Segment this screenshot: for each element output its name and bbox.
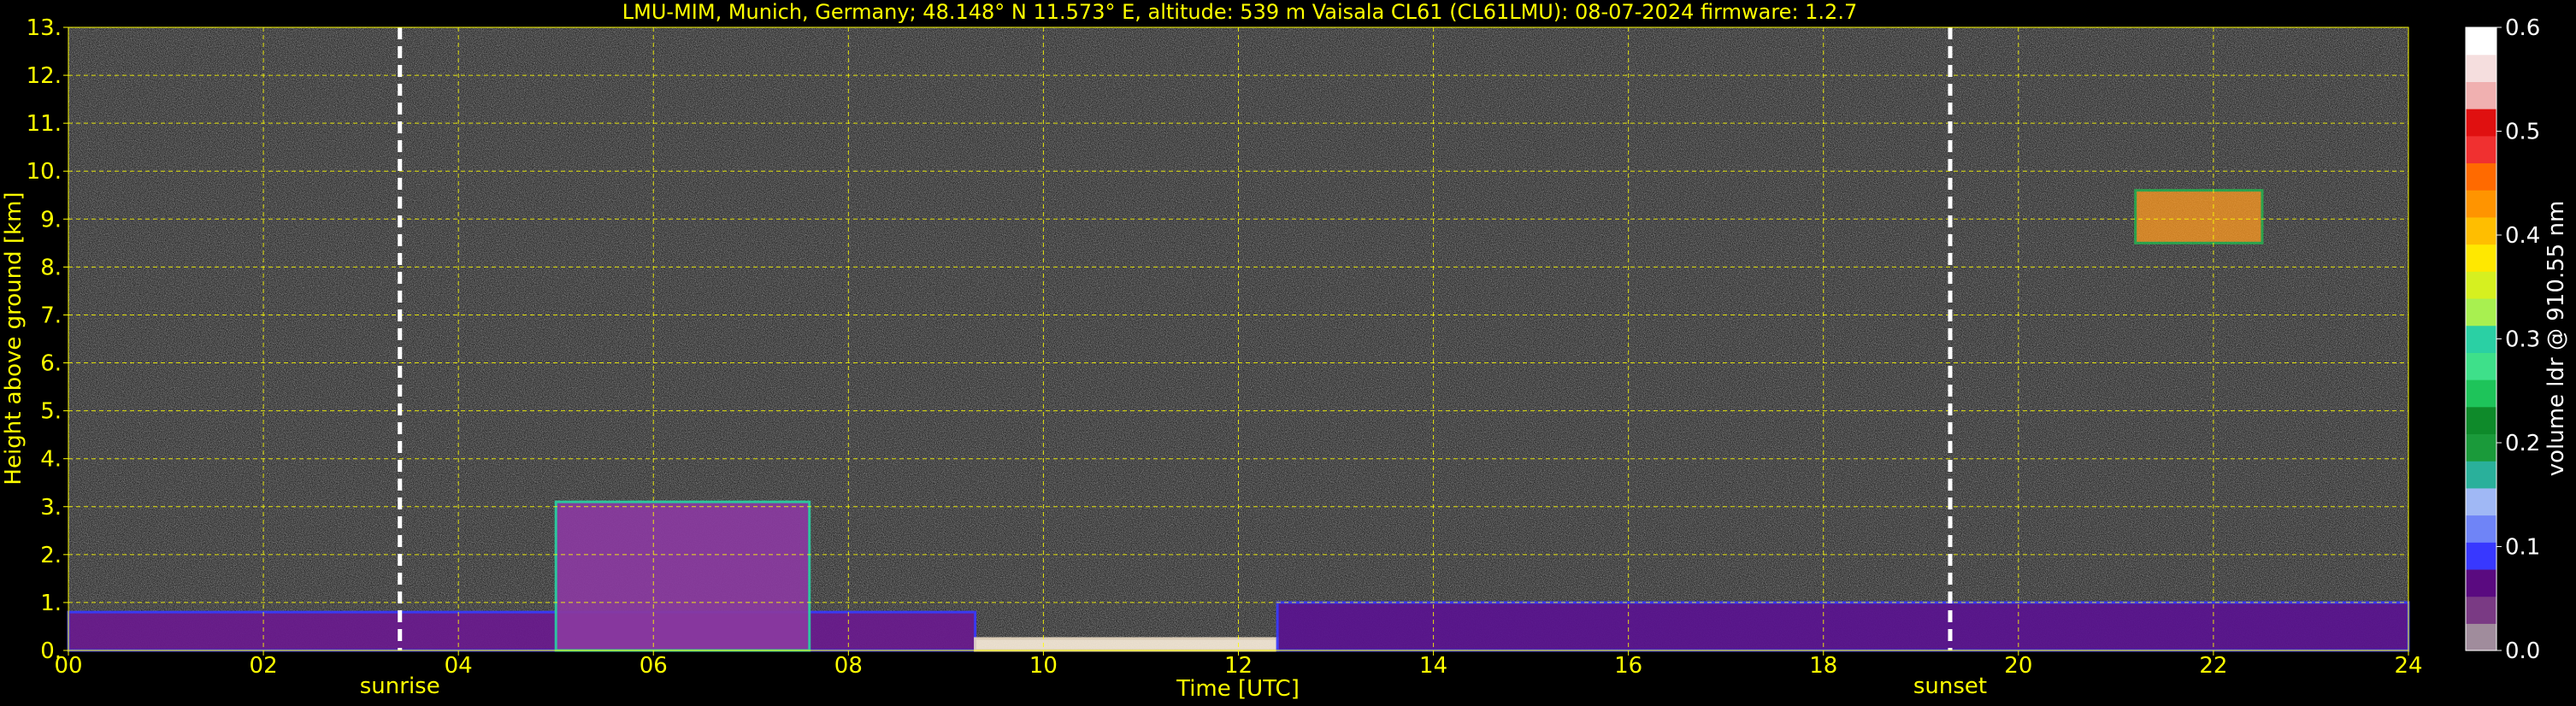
colorbar-swatch — [2466, 271, 2496, 299]
data-feature-1 — [554, 500, 811, 652]
colorbar-swatch — [2466, 461, 2496, 489]
y-tick-label: 7. — [40, 303, 62, 328]
x-tick-label: 16 — [1614, 653, 1642, 679]
colorbar-swatch — [2466, 596, 2496, 624]
y-tick-label: 6. — [40, 351, 62, 377]
x-tick-label: 18 — [1809, 653, 1837, 679]
colorbar-swatch — [2466, 216, 2496, 245]
colorbar-tick-label: 0.5 — [2505, 120, 2540, 145]
colorbar-swatch — [2466, 379, 2496, 408]
colorbar-swatch — [2466, 109, 2496, 137]
colorbar-label: volume ldr @ 910.55 nm — [2544, 201, 2569, 477]
colorbar-swatch — [2466, 162, 2496, 191]
colorbar-swatch — [2466, 190, 2496, 218]
y-axis-label: Height above ground [km] — [1, 191, 27, 485]
y-tick-label: 8. — [40, 255, 62, 280]
ldr-chart: LMU-MIM, Munich, Germany; 48.148° N 11.5… — [0, 0, 2576, 706]
y-tick-label: 1. — [40, 591, 62, 616]
colorbar-tick-label: 0.1 — [2505, 535, 2540, 561]
x-tick-label: 20 — [2004, 653, 2032, 679]
x-tick-label: 02 — [250, 653, 278, 679]
plot-area: sunrise sunset — [67, 26, 2410, 699]
colorbar-tick-label: 0.3 — [2505, 327, 2540, 353]
data-feature-4 — [2134, 189, 2264, 244]
sunrise-label: sunrise — [360, 674, 440, 699]
colorbar-tick-label: 0.4 — [2505, 223, 2540, 249]
colorbar-swatch — [2466, 433, 2496, 462]
x-tick-label: 12 — [1224, 653, 1253, 679]
colorbar-swatch — [2466, 244, 2496, 272]
y-tick-label: 2. — [40, 543, 62, 568]
colorbar-tick-label: 0.2 — [2505, 431, 2540, 456]
chart-title: LMU-MIM, Munich, Germany; 48.148° N 11.5… — [622, 0, 1857, 24]
colorbar-swatch — [2466, 623, 2496, 651]
data-feature-2 — [974, 637, 1279, 652]
colorbar-tick-label: 0.0 — [2505, 638, 2540, 664]
colorbar-tick-label: 0.6 — [2505, 15, 2540, 41]
x-tick-label: 10 — [1029, 653, 1058, 679]
y-tick-label: 9. — [40, 207, 62, 232]
colorbar: 0.0 0.1 0.2 0.3 0.4 0.5 0.6 — [2465, 15, 2540, 664]
chart-svg: LMU-MIM, Munich, Germany; 48.148° N 11.5… — [1, 0, 2569, 702]
x-tick-label: 14 — [1419, 653, 1447, 679]
x-axis-label: Time [UTC] — [1176, 676, 1300, 702]
colorbar-swatch — [2466, 54, 2496, 82]
colorbar-swatch — [2466, 297, 2496, 327]
y-tick-label: 10. — [27, 159, 62, 185]
x-tick-label: 22 — [2199, 653, 2227, 679]
colorbar-swatch — [2466, 515, 2496, 543]
colorbar-swatch — [2466, 406, 2496, 435]
x-tick-label: 08 — [834, 653, 863, 679]
y-tick-label: 11. — [27, 111, 62, 137]
x-tick-label: 06 — [640, 653, 668, 679]
y-tick-label: 5. — [40, 399, 62, 425]
y-tick-label: 13. — [27, 15, 62, 41]
sunset-label: sunset — [1913, 674, 1987, 699]
colorbar-swatch — [2466, 135, 2496, 164]
y-axis: 0. 1. 2. 3. 4. 5. 6. 7. 8. 9. 10. 11. 12. 13. — [27, 15, 68, 664]
colorbar-swatch — [2466, 352, 2496, 380]
colorbar-swatch — [2466, 325, 2496, 353]
x-tick-label: 24 — [2394, 653, 2422, 679]
y-tick-label: 3. — [40, 495, 62, 521]
colorbar-swatch — [2466, 542, 2496, 570]
colorbar-swatch — [2466, 27, 2496, 56]
y-tick-label: 12. — [27, 63, 62, 89]
data-feature-0 — [67, 610, 977, 652]
colorbar-swatch — [2466, 568, 2496, 597]
data-feature-3 — [1276, 601, 2410, 652]
x-tick-label: 04 — [445, 653, 473, 679]
y-tick-label: 0. — [40, 638, 62, 664]
colorbar-swatch — [2466, 81, 2496, 109]
colorbar-swatch — [2466, 487, 2496, 516]
y-tick-label: 4. — [40, 447, 62, 473]
